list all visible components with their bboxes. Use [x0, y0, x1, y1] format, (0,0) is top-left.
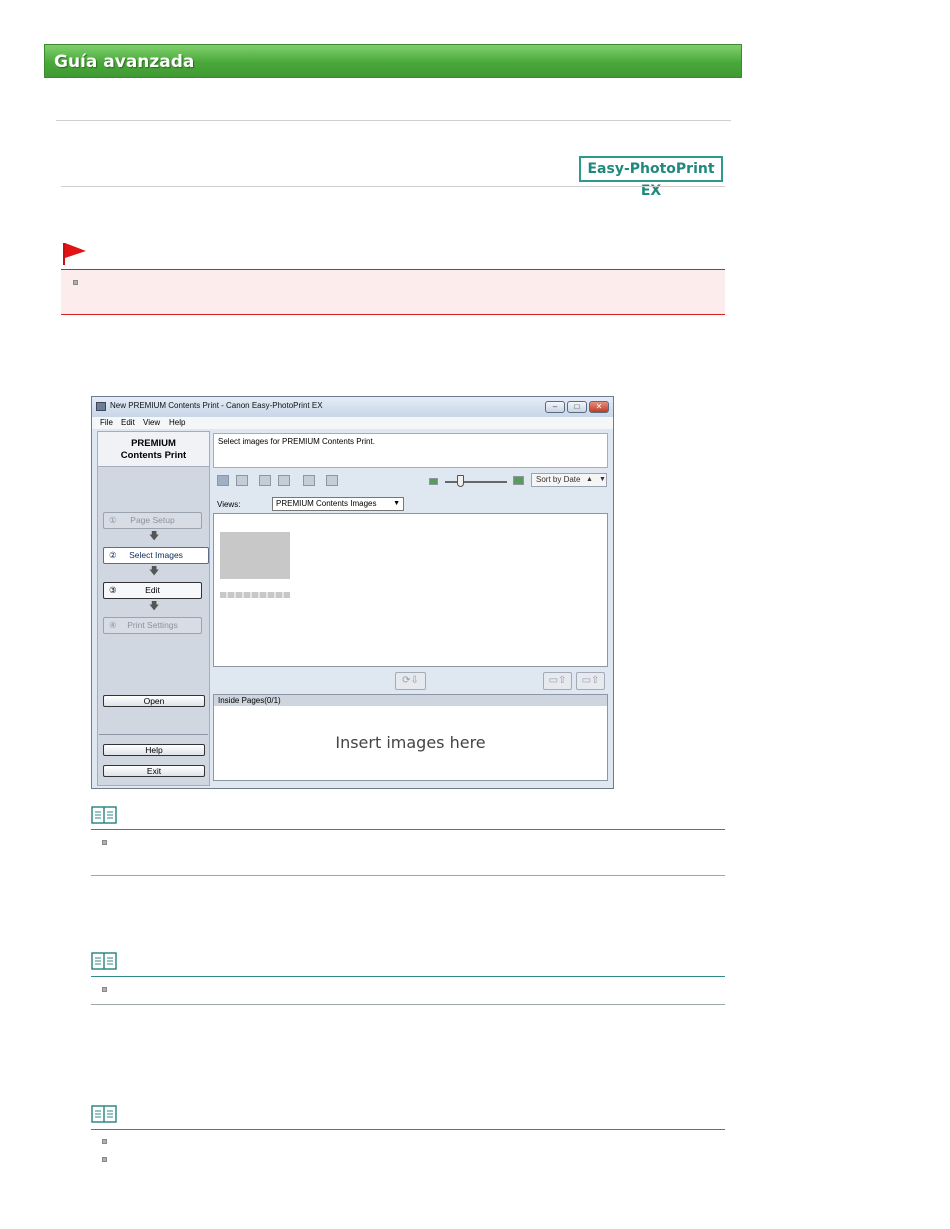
select-all-icon[interactable]	[217, 475, 229, 486]
step-label: Select Images	[129, 550, 183, 560]
inside-pages-header: Inside Pages(0/1)	[214, 695, 607, 706]
sort-ascending-icon: ▲	[586, 476, 593, 483]
small-thumbnail-icon	[429, 478, 438, 485]
open-button[interactable]: Open	[103, 695, 205, 707]
arrow-down-icon: 🡇	[149, 531, 160, 542]
bullet-icon	[102, 840, 107, 845]
panel-title: PREMIUM Contents Print	[98, 432, 209, 467]
panel-title-line2: Contents Print	[120, 450, 187, 461]
panel-title-line1: PREMIUM	[131, 438, 176, 449]
chevron-down-icon: ▼	[393, 500, 400, 507]
title-bar: New PREMIUM Contents Print - Canon Easy-…	[92, 397, 613, 417]
instruction-message: Select images for PREMIUM Contents Print…	[213, 433, 608, 468]
step-print-settings[interactable]: ④ Print Settings	[103, 617, 202, 634]
app-icon	[96, 402, 106, 411]
book-note-icon	[91, 1105, 117, 1123]
important-box	[61, 269, 725, 315]
window-title: New PREMIUM Contents Print - Canon Easy-…	[110, 401, 323, 410]
menu-help[interactable]: Help	[169, 418, 185, 427]
views-select[interactable]: PREMIUM Contents Images ▼	[272, 497, 404, 511]
step-label: Page Setup	[130, 515, 175, 525]
menu-edit[interactable]: Edit	[121, 418, 135, 427]
arrow-down-icon: 🡇	[149, 601, 160, 612]
arrow-down-icon: 🡇	[149, 566, 160, 577]
bullet-icon	[102, 1139, 107, 1144]
divider	[61, 186, 725, 187]
menu-file[interactable]: File	[100, 418, 113, 427]
step-label: Print Settings	[127, 620, 178, 630]
insert-placeholder: Insert images here	[335, 733, 486, 752]
thumbnail-caption	[220, 592, 290, 598]
step-label: Edit	[145, 585, 160, 595]
add-image-button[interactable]: ⟳⇩	[395, 672, 426, 690]
chevron-down-icon: ▼	[599, 476, 606, 483]
minimize-icon[interactable]: –	[545, 401, 565, 413]
sort-dropdown[interactable]: Sort by Date ▲ ▼	[531, 473, 607, 487]
app-window: New PREMIUM Contents Print - Canon Easy-…	[91, 396, 614, 789]
product-logo: Easy-PhotoPrint EX	[579, 156, 723, 199]
note-end-divider	[91, 1004, 725, 1005]
note-divider	[91, 829, 725, 830]
toolbar: Sort by Date ▲ ▼	[213, 472, 608, 490]
search-icon[interactable]	[326, 475, 338, 486]
large-thumbnail-icon	[513, 476, 524, 485]
book-note-icon	[91, 806, 117, 824]
remove-image-button[interactable]: ▭⇧	[543, 672, 572, 690]
bullet-icon	[102, 987, 107, 992]
correct-image-icon[interactable]	[259, 475, 271, 486]
maximize-icon[interactable]: □	[567, 401, 587, 413]
image-thumbnail[interactable]	[220, 532, 290, 579]
remove-all-button[interactable]: ▭⇧	[576, 672, 605, 690]
step-page-setup[interactable]: ① Page Setup	[103, 512, 202, 529]
image-list-area[interactable]	[213, 513, 608, 667]
step-edit[interactable]: ③ Edit	[103, 582, 202, 599]
sort-label: Sort by Date	[536, 475, 581, 484]
bullet-icon	[102, 1157, 107, 1162]
menu-bar: File Edit View Help	[92, 417, 613, 429]
page-banner: Guía avanzada	[44, 44, 742, 78]
views-value: PREMIUM Contents Images	[276, 499, 377, 508]
close-icon[interactable]: ✕	[589, 401, 609, 413]
exit-button[interactable]: Exit	[103, 765, 205, 777]
rotate-icon[interactable]	[303, 475, 315, 486]
deselect-icon[interactable]	[236, 475, 248, 486]
menu-view[interactable]: View	[143, 418, 160, 427]
book-note-icon	[91, 952, 117, 970]
left-panel: PREMIUM Contents Print ① Page Setup 🡇 ② …	[97, 431, 210, 786]
note-divider	[91, 1129, 725, 1130]
note-end-divider	[91, 875, 725, 876]
slider-knob[interactable]	[457, 475, 464, 487]
note-divider	[91, 976, 725, 977]
divider	[99, 734, 208, 735]
thumbnail-size-slider[interactable]	[445, 481, 507, 483]
divider	[56, 120, 731, 121]
step-select-images[interactable]: ② Select Images	[103, 547, 209, 564]
bullet-icon	[73, 280, 78, 285]
banner-title: Guía avanzada	[54, 52, 195, 72]
red-flag-icon	[63, 243, 86, 265]
help-button[interactable]: Help	[103, 744, 205, 756]
image-info-icon[interactable]	[278, 475, 290, 486]
views-label: Views:	[217, 500, 241, 509]
inside-pages-area[interactable]: Inside Pages(0/1) Insert images here	[213, 694, 608, 781]
